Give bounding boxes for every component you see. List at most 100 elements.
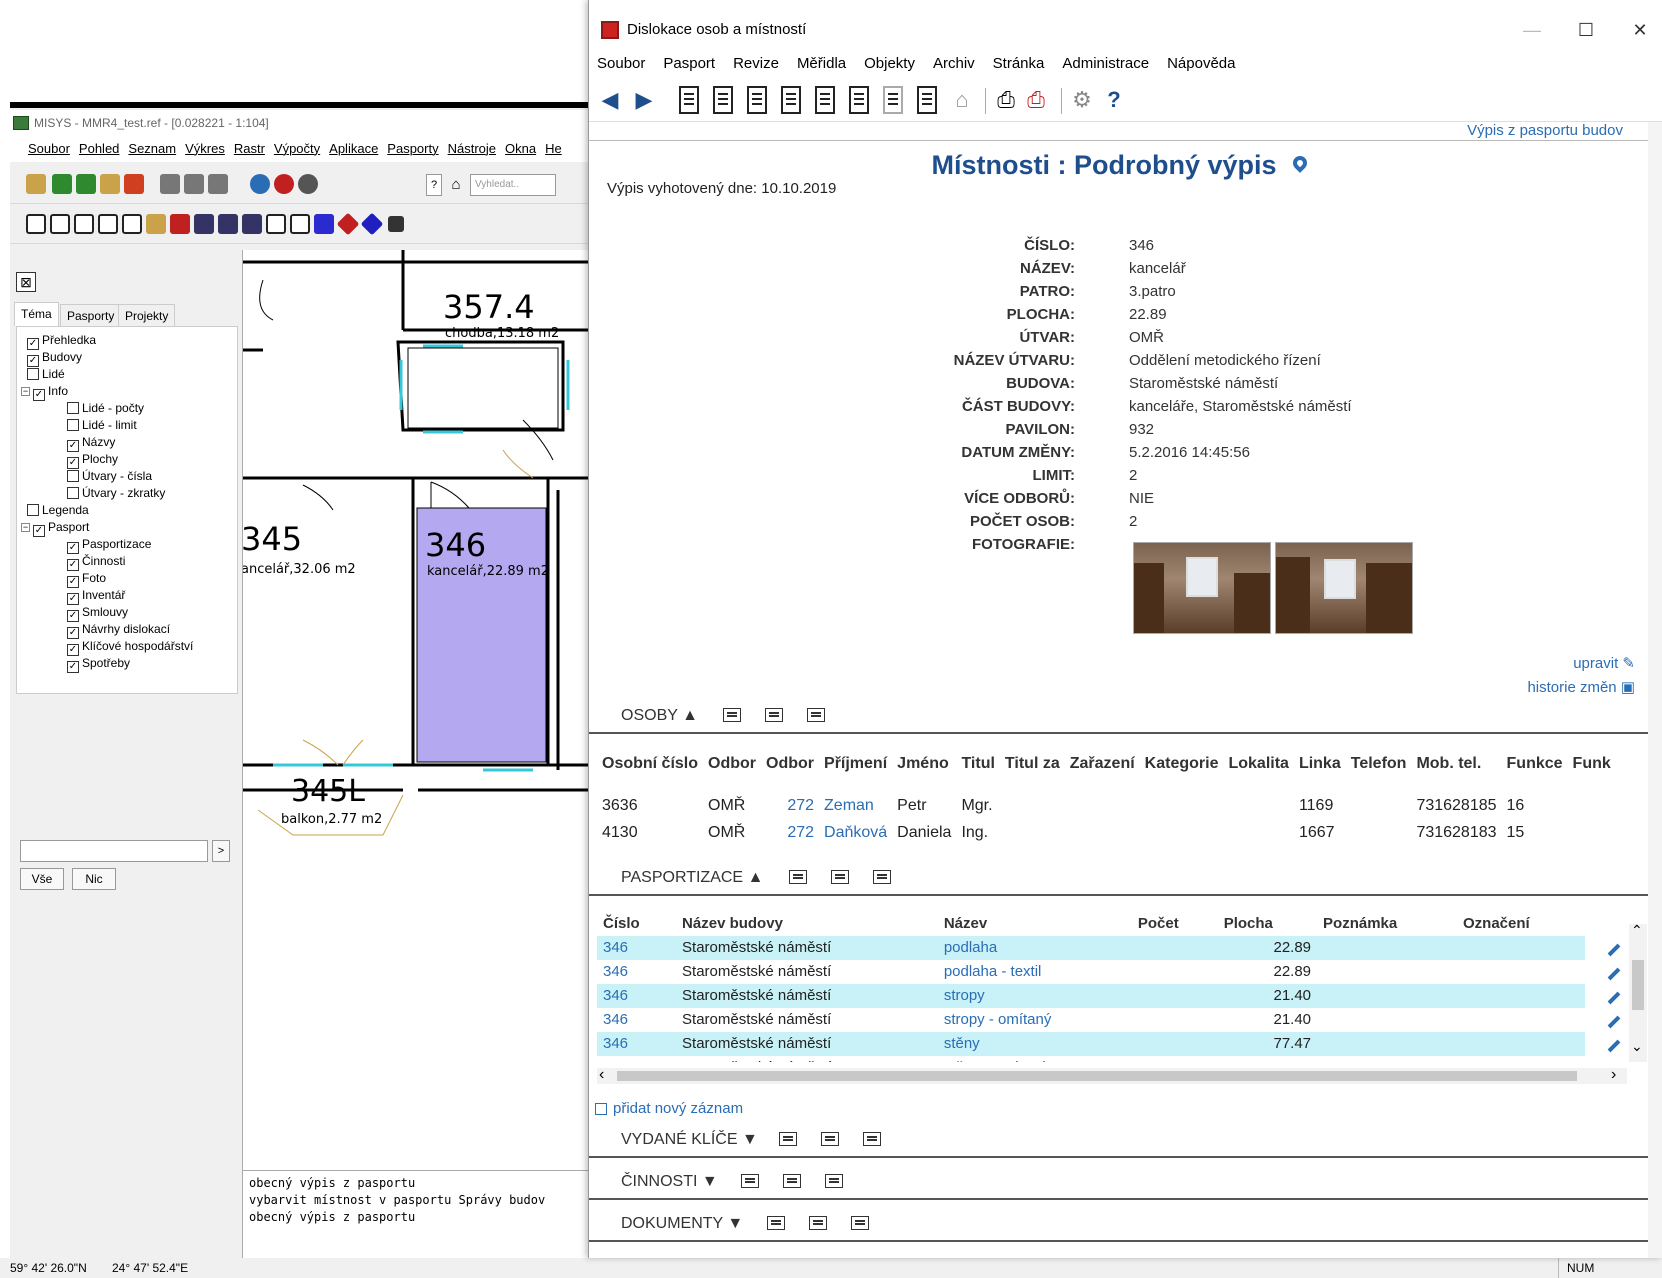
- tree-item[interactable]: Lidé: [27, 365, 65, 383]
- table-view-icon[interactable]: [779, 1132, 797, 1146]
- edit-pencil-icon[interactable]: [1607, 967, 1621, 981]
- open-icon[interactable]: [26, 174, 46, 194]
- history-link[interactable]: historie změn ▣: [1527, 678, 1635, 696]
- document-icon[interactable]: [74, 214, 94, 234]
- misys-menu-item[interactable]: Soubor: [28, 136, 70, 162]
- layer-filter-input[interactable]: [20, 840, 208, 862]
- table-cell[interactable]: 346: [597, 1008, 676, 1032]
- tree-item[interactable]: ✓ Plochy: [67, 450, 118, 469]
- tree-item[interactable]: ✓ Činnosti: [67, 552, 125, 571]
- table-view-icon[interactable]: [783, 1174, 801, 1188]
- edit-pencil-icon[interactable]: [1607, 943, 1621, 957]
- tree-item[interactable]: Útvary - čísla: [67, 467, 152, 485]
- document-icon[interactable]: [713, 86, 733, 114]
- scroll-thumb[interactable]: [617, 1071, 1577, 1081]
- misys-menu-item[interactable]: Nástroje: [448, 136, 496, 162]
- table-cell[interactable]: stropy: [937, 984, 1132, 1008]
- tree-item[interactable]: − ✓ Info: [21, 382, 68, 401]
- column-header[interactable]: Odbor: [703, 736, 761, 792]
- table-view-icon[interactable]: [789, 870, 807, 884]
- document-icon[interactable]: [26, 214, 46, 234]
- column-header[interactable]: Odbor: [761, 736, 819, 792]
- select-all-button[interactable]: Vše: [20, 868, 64, 890]
- menu-item[interactable]: Archiv: [933, 50, 975, 78]
- column-header[interactable]: Číslo: [597, 912, 676, 936]
- menu-item[interactable]: Objekty: [864, 50, 915, 78]
- menu-item[interactable]: Soubor: [597, 50, 645, 78]
- grid-icon[interactable]: [194, 214, 214, 234]
- misys-menu-item[interactable]: He: [545, 136, 562, 162]
- save-icon[interactable]: [388, 216, 404, 232]
- section-title[interactable]: DOKUMENTY ▼: [621, 1206, 743, 1242]
- tree-expander-icon[interactable]: −: [21, 387, 30, 396]
- pasportizace-table-wrap[interactable]: Číslo Název budovy Název Počet Plocha Poznámk…: [597, 912, 1627, 1062]
- column-header[interactable]: Titul za: [1000, 736, 1065, 792]
- menu-item[interactable]: Administrace: [1062, 50, 1149, 78]
- table-cell[interactable]: 346: [597, 960, 676, 984]
- room-photo[interactable]: [1275, 542, 1413, 634]
- table-view-icon[interactable]: [831, 870, 849, 884]
- location-pin-icon[interactable]: [1289, 153, 1310, 173]
- column-header[interactable]: Příjmení: [819, 736, 892, 792]
- room-photo[interactable]: [1133, 542, 1271, 634]
- eraser-icon[interactable]: [146, 214, 166, 234]
- tree-item[interactable]: ✓ Spotřeby: [67, 654, 130, 673]
- edit-pencil-icon[interactable]: [1607, 991, 1621, 1005]
- home-icon[interactable]: ⌂: [446, 174, 466, 196]
- forward-arrow-icon[interactable]: ▶: [633, 86, 655, 114]
- column-header[interactable]: Jméno: [892, 736, 956, 792]
- table-cell[interactable]: 346: [597, 1032, 677, 1056]
- eraser-icon[interactable]: ⌂: [951, 86, 973, 114]
- vertical-scrollbar[interactable]: ⌃ ⌄: [1629, 922, 1647, 1062]
- table-view-icon[interactable]: [851, 1216, 869, 1230]
- column-header[interactable]: Titul: [956, 736, 999, 792]
- table-view-icon[interactable]: [825, 1174, 843, 1188]
- section-title[interactable]: ČINNOSTI ▼: [621, 1164, 718, 1200]
- close-button[interactable]: ✕: [1617, 10, 1662, 50]
- layers-icon[interactable]: [100, 174, 120, 194]
- table-row[interactable]: 346Staroměstské náměstístěny - omítané 77…: [597, 1056, 1627, 1062]
- column-header[interactable]: Název budovy: [676, 912, 938, 936]
- table-row[interactable]: 3636 OMŘ 272 Zeman Petr Mgr. 1169 731628185 16: [597, 792, 1616, 819]
- misys-menu-item[interactable]: Pasporty: [387, 136, 438, 162]
- column-header[interactable]: Počet: [1132, 912, 1218, 936]
- tree-checkbox[interactable]: ✓: [67, 661, 79, 673]
- table-view-icon[interactable]: [765, 708, 783, 722]
- legend-toggle-icon[interactable]: ⊠: [16, 272, 36, 292]
- table-cell[interactable]: podlaha: [937, 936, 1132, 960]
- misys-menu-item[interactable]: Aplikace: [329, 136, 378, 162]
- info-icon[interactable]: [298, 174, 318, 194]
- column-header[interactable]: Název: [938, 912, 1132, 936]
- table-row[interactable]: 346 Staroměstské náměstí podlaha 22.89: [597, 936, 1627, 960]
- tree-item[interactable]: ✓ Názvy: [67, 433, 115, 452]
- scroll-right-icon[interactable]: ›: [1611, 1066, 1616, 1084]
- column-header[interactable]: Funk: [1568, 736, 1616, 792]
- tree-checkbox[interactable]: [67, 470, 79, 482]
- print-report-icon[interactable]: ⎙: [1025, 86, 1047, 114]
- column-header[interactable]: Funkce: [1502, 736, 1568, 792]
- document-icon[interactable]: [747, 86, 767, 114]
- table-cell[interactable]: 346: [597, 1056, 676, 1062]
- document-icon[interactable]: [50, 214, 70, 234]
- scroll-up-icon[interactable]: ⌃: [1631, 922, 1643, 939]
- document-icon[interactable]: [815, 86, 835, 114]
- print-icon[interactable]: ⎙: [995, 86, 1017, 114]
- table-cell[interactable]: podlaha - textil: [938, 960, 1132, 984]
- grid-icon[interactable]: [218, 214, 238, 234]
- print-preview-icon[interactable]: [160, 174, 180, 194]
- target-icon[interactable]: [274, 174, 294, 194]
- misys-menu-item[interactable]: Pohled: [79, 136, 119, 162]
- misys-search-input[interactable]: Vyhledat..: [470, 174, 556, 196]
- tree-expander-icon[interactable]: −: [21, 523, 30, 532]
- menu-item[interactable]: Stránka: [993, 50, 1045, 78]
- column-header[interactable]: Kategorie: [1140, 736, 1224, 792]
- tab-tema[interactable]: Téma: [14, 302, 59, 326]
- tree-item[interactable]: ✓ Inventář: [67, 586, 125, 605]
- tree-item[interactable]: ✓ Foto: [67, 569, 106, 588]
- misys-menu-item[interactable]: Okna: [505, 136, 536, 162]
- erase-icon[interactable]: [124, 174, 144, 194]
- breadcrumb[interactable]: Výpis z pasportu budov: [1467, 122, 1623, 139]
- tree-item[interactable]: Lidé - limit: [67, 416, 137, 434]
- color-icon[interactable]: [314, 214, 334, 234]
- tree-item[interactable]: Útvary - zkratky: [67, 484, 165, 502]
